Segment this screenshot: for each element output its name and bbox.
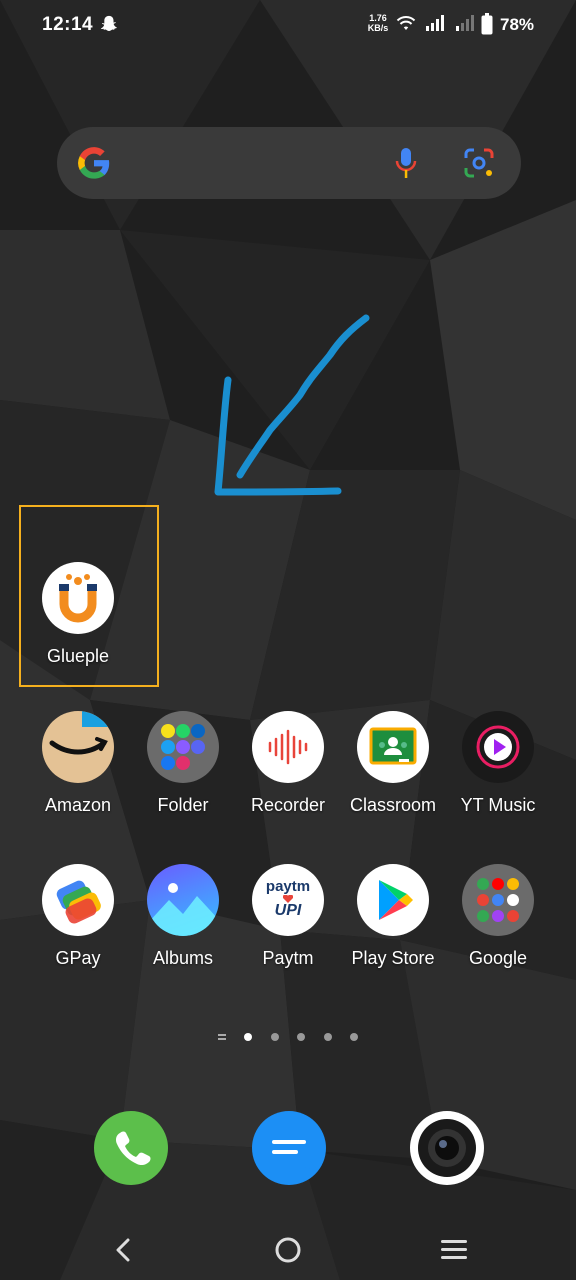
network-speed: 1.76 KB/s [367,13,389,33]
app-label: YT Music [460,795,536,815]
gpay-icon [42,864,114,936]
phone-icon [116,1131,151,1166]
classroom-icon [357,711,429,783]
app-amazon[interactable]: Amazon [24,711,132,831]
play-store-icon [357,864,429,936]
google-search-bar[interactable] [57,127,521,199]
app-gpay[interactable]: GPay [24,864,132,984]
home-icon[interactable] [274,1236,302,1264]
app-paytm[interactable]: paytm UPI Paytm [234,864,342,984]
messages-icon [272,1140,318,1171]
signal-icon-secondary [456,15,474,31]
google-folder-icon [462,864,534,936]
app-label: Google [468,948,528,968]
back-icon[interactable] [110,1236,136,1264]
navigation-bar [0,1210,576,1280]
menu-icon[interactable] [440,1238,468,1262]
albums-icon [147,864,219,936]
battery-icon [481,13,493,35]
dock-phone[interactable] [94,1111,168,1185]
folder-icon [147,711,219,783]
app-albums[interactable]: Albums [129,864,237,984]
app-glueple[interactable]: Glueple [24,562,132,682]
annotation-arrow [214,314,370,496]
app-folder[interactable]: Folder [129,711,237,831]
app-google-folder[interactable]: Google [444,864,552,984]
camera-icon [418,1119,476,1177]
paytm-icon: paytm UPI [252,864,324,936]
glueple-icon [42,562,114,634]
dock-camera[interactable] [410,1111,484,1185]
app-yt-music[interactable]: YT Music [444,711,552,831]
app-recorder[interactable]: Recorder [234,711,342,831]
recorder-icon [252,711,324,783]
signal-icon [426,15,444,31]
status-bar: 12:14 1.76 KB/s 78% [0,0,576,50]
voice-search-icon[interactable] [395,147,417,181]
amazon-icon [42,711,114,783]
yt-music-icon [462,711,534,783]
battery-percent: 78% [500,15,535,34]
app-label: Glueple [46,646,110,666]
google-logo-icon [78,147,110,179]
dock-messages[interactable] [252,1111,326,1185]
status-time: 12:14 [42,14,94,35]
page-indicator [218,1033,358,1041]
snapchat-notification-icon [100,15,117,32]
google-lens-icon[interactable] [463,147,495,179]
wifi-icon [396,16,416,30]
app-classroom[interactable]: Classroom [339,711,447,831]
app-play-store[interactable]: Play Store [339,864,447,984]
